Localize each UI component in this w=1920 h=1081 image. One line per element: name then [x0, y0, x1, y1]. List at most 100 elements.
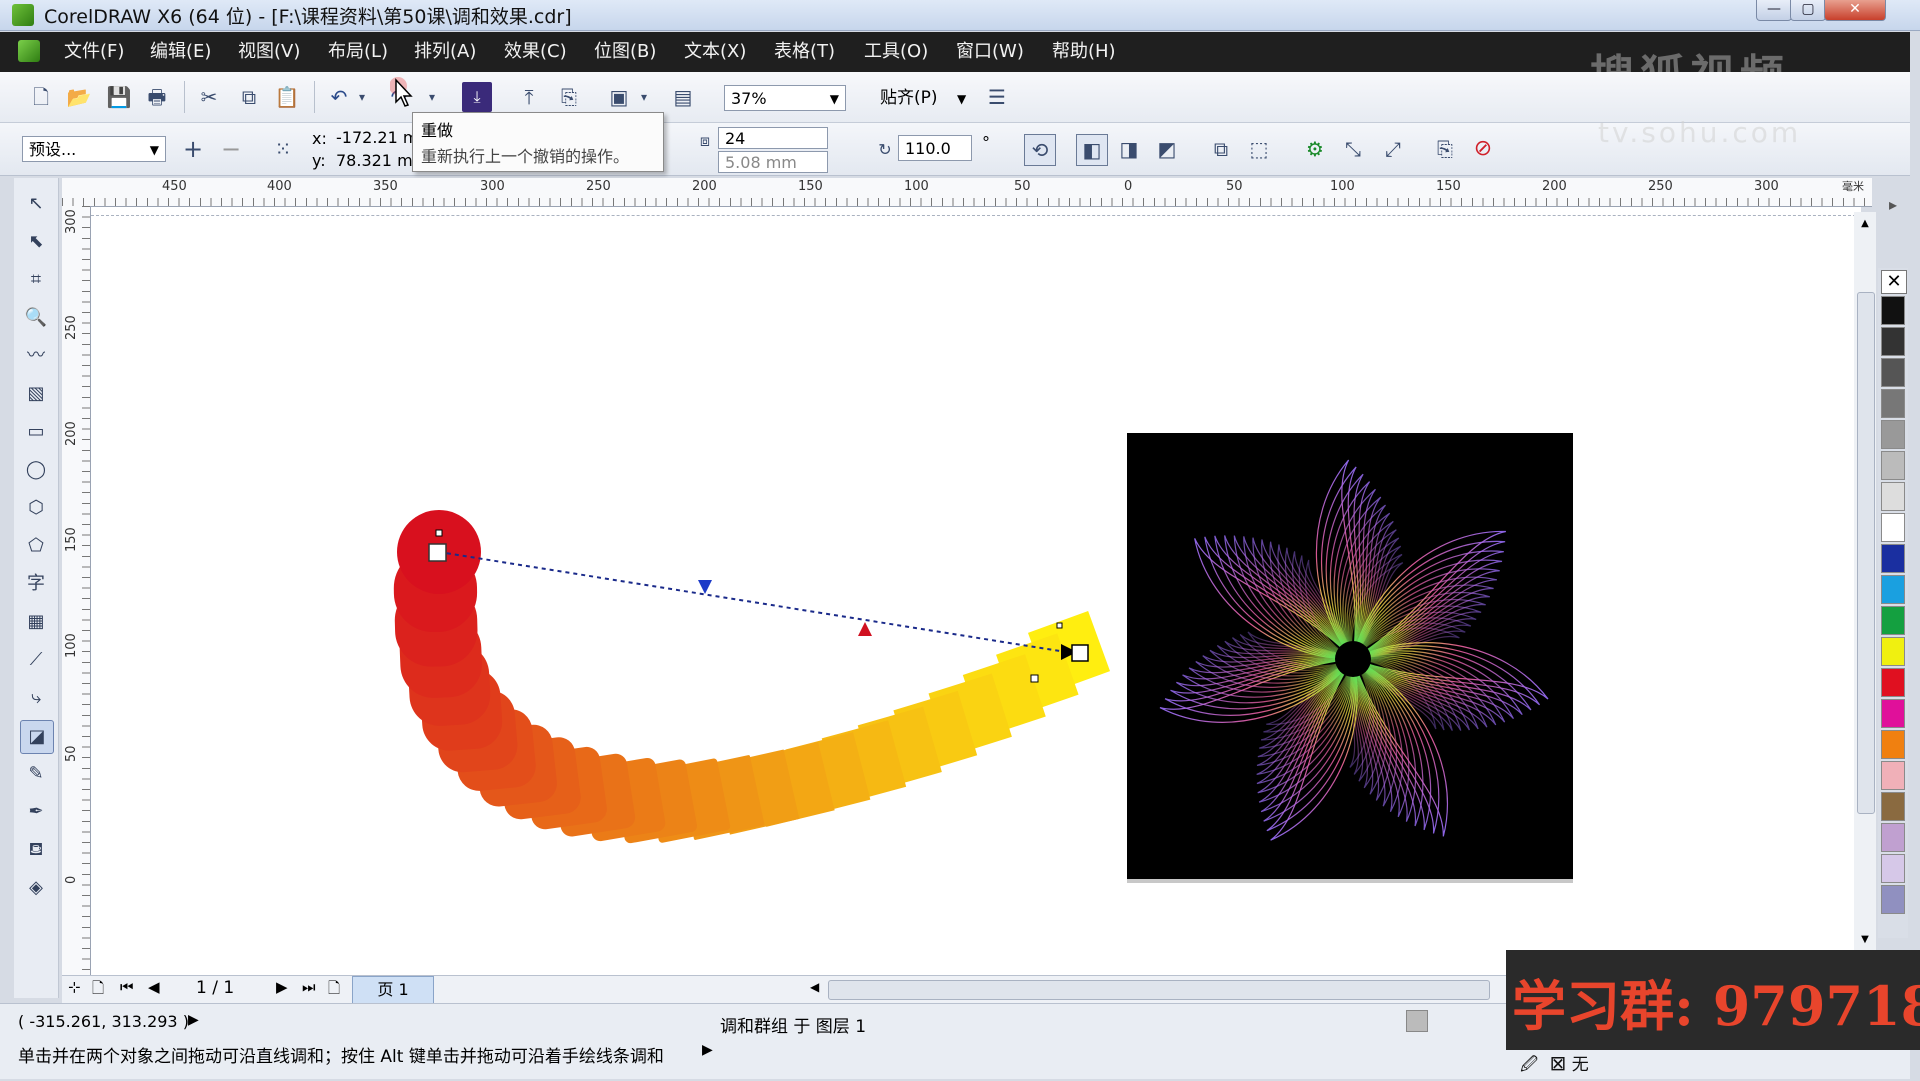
document-icon[interactable] [18, 40, 40, 62]
color-eyedropper-tool-icon[interactable]: ✎ [20, 758, 52, 790]
add-preset-icon[interactable]: + [178, 134, 208, 164]
close-button[interactable]: ✕ [1824, 0, 1886, 21]
navigator-icon[interactable]: ⊹ [68, 978, 81, 996]
color-swatch[interactable] [1881, 389, 1905, 418]
save-icon[interactable]: 💾 [104, 82, 134, 112]
blend-direction-field[interactable]: 110.0 [898, 135, 972, 161]
import-icon[interactable]: ⤓ [462, 82, 492, 112]
scrollbar-thumb[interactable] [1857, 292, 1875, 814]
crop-tool-icon[interactable]: ⌗ [20, 264, 52, 296]
color-swatch[interactable] [1881, 637, 1905, 666]
copy-icon[interactable]: ⧉ [234, 82, 264, 112]
next-page-icon[interactable]: ▶ [276, 978, 288, 996]
table-tool-icon[interactable]: ▦ [20, 606, 52, 638]
zoom-level-select[interactable]: 37% ▼ [724, 85, 846, 111]
polygon-tool-icon[interactable]: ⬡ [20, 492, 52, 524]
publish-pdf-icon[interactable]: ⎘ [554, 82, 584, 112]
blend-steps-field[interactable]: 24 [718, 127, 828, 149]
more-blend-options-icon[interactable]: ⚙ [1300, 134, 1330, 164]
undo-icon[interactable]: ↶ [324, 82, 354, 112]
redo-dropdown-icon[interactable]: ▾ [424, 82, 440, 112]
color-swatch[interactable] [1881, 482, 1905, 511]
object-origin-icon[interactable]: ⁙ [268, 134, 298, 164]
shape-tool-icon[interactable]: ⬉ [20, 226, 52, 258]
scroll-left-icon[interactable]: ◀ [810, 980, 819, 994]
counterclockwise-blend-icon[interactable]: ◩ [1152, 134, 1182, 164]
blend-tool-icon[interactable]: ◪ [20, 720, 54, 754]
menu-view[interactable]: 视图(V) [238, 32, 300, 72]
snap-to-button[interactable]: 贴齐(P) ▼ [880, 84, 966, 112]
menu-table[interactable]: 表格(T) [774, 32, 835, 72]
y-position-field[interactable]: 78.321 mm [336, 151, 412, 171]
color-swatch[interactable] [1881, 668, 1905, 697]
menu-layout[interactable]: 布局(L) [328, 32, 388, 72]
zoom-tool-icon[interactable]: 🔍 [20, 302, 52, 334]
clear-blend-icon[interactable]: ⊘ [1468, 134, 1498, 164]
menu-arrange[interactable]: 排列(A) [414, 32, 476, 72]
menu-help[interactable]: 帮助(H) [1052, 32, 1116, 72]
menu-tools[interactable]: 工具(O) [864, 32, 928, 72]
object-color-acceleration-icon[interactable]: ⧉ [1206, 134, 1236, 164]
menu-window[interactable]: 窗口(W) [956, 32, 1024, 72]
color-swatch[interactable] [1881, 730, 1905, 759]
color-swatch[interactable] [1881, 792, 1905, 821]
freehand-tool-icon[interactable]: 〰 [20, 340, 52, 372]
menu-text[interactable]: 文本(X) [684, 32, 746, 72]
expand-arrow-icon[interactable]: ▶ [702, 1042, 713, 1058]
docker-arrow-icon[interactable]: ▸ [1880, 192, 1906, 218]
preset-select[interactable]: 预设... ▼ [22, 136, 166, 162]
last-page-icon[interactable]: ⏭ [302, 978, 316, 996]
application-launcher-icon[interactable]: ▣ [604, 82, 634, 112]
menu-bitmaps[interactable]: 位图(B) [594, 32, 656, 72]
color-swatch[interactable] [1881, 296, 1905, 325]
color-swatch[interactable] [1881, 327, 1905, 356]
minimize-button[interactable]: — [1756, 0, 1792, 21]
launcher-dropdown-icon[interactable]: ▾ [636, 82, 652, 112]
welcome-screen-icon[interactable]: ▤ [668, 82, 698, 112]
no-color-swatch[interactable]: ✕ [1881, 270, 1907, 294]
color-swatch[interactable] [1881, 606, 1905, 635]
color-swatch[interactable] [1881, 451, 1905, 480]
add-page-after-icon[interactable]: 🗋 [328, 978, 340, 1003]
delete-preset-icon[interactable]: − [216, 134, 246, 164]
menu-file[interactable]: 文件(F) [64, 32, 124, 72]
color-swatch[interactable] [1881, 544, 1905, 573]
scroll-down-icon[interactable]: ▼ [1857, 934, 1873, 945]
options-icon[interactable]: ☰ [982, 82, 1012, 112]
expand-arrow-icon[interactable]: ▶ [188, 1012, 199, 1028]
color-swatch[interactable] [1881, 513, 1905, 542]
scroll-up-icon[interactable]: ▲ [1857, 218, 1873, 229]
cut-icon[interactable]: ✂ [194, 82, 224, 112]
open-folder-icon[interactable]: 📂 [64, 82, 94, 112]
connector-tool-icon[interactable]: ⤷ [20, 682, 52, 714]
pick-tool-icon[interactable]: ↖ [20, 188, 52, 220]
menu-edit[interactable]: 编辑(E) [150, 32, 211, 72]
direct-blend-icon[interactable]: ◧ [1076, 134, 1108, 166]
previous-page-icon[interactable]: ◀ [148, 978, 160, 996]
drawing-canvas[interactable] [91, 207, 1861, 975]
fill-tool-icon[interactable]: ⛾ [20, 834, 52, 866]
path-properties-icon[interactable]: ⤢ [1378, 134, 1408, 164]
blend-artwork[interactable] [91, 207, 1861, 975]
color-swatch[interactable] [1881, 699, 1905, 728]
x-position-field[interactable]: -172.21 mm [336, 128, 412, 148]
color-swatch[interactable] [1881, 823, 1905, 852]
rectangle-tool-icon[interactable]: ▭ [20, 416, 52, 448]
basic-shapes-tool-icon[interactable]: ⬠ [20, 530, 52, 562]
loop-blend-icon[interactable]: ⟲ [1024, 134, 1056, 166]
color-swatch[interactable] [1881, 854, 1905, 883]
smart-fill-tool-icon[interactable]: ▧ [20, 378, 52, 410]
blend-accelerate-icon[interactable]: ⬚ [1244, 134, 1274, 164]
print-icon[interactable]: 🖶 [142, 82, 172, 112]
color-swatch[interactable] [1881, 420, 1905, 449]
start-end-properties-icon[interactable]: ⤡ [1338, 134, 1368, 164]
add-page-before-icon[interactable]: 🗋 [92, 978, 104, 1003]
horizontal-scrollbar-thumb[interactable] [828, 980, 1490, 1000]
clockwise-blend-icon[interactable]: ◨ [1114, 134, 1144, 164]
page-tab[interactable]: 页 1 [352, 976, 434, 1004]
ellipse-tool-icon[interactable]: ◯ [20, 454, 52, 486]
spiral-flower-artwork[interactable] [1127, 433, 1573, 879]
maximize-button[interactable]: ▢ [1790, 0, 1826, 21]
undo-dropdown-icon[interactable]: ▾ [354, 82, 370, 112]
color-swatch[interactable] [1881, 885, 1905, 914]
